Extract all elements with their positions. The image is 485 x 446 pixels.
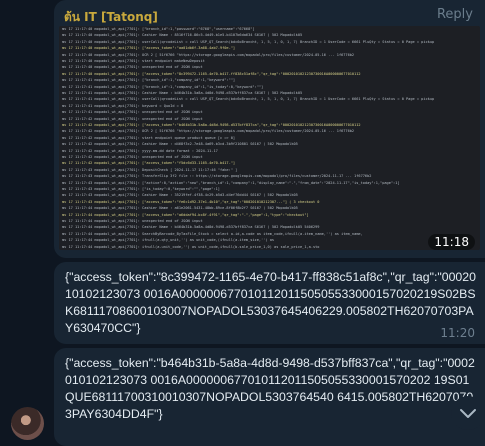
log-line: mv 17 11:17:42 mopadol_wt_api[7701]: Cas… bbox=[62, 142, 298, 147]
log-line: mv 17 11:17:44 mopadol_wt_api[7701]: ifn… bbox=[62, 238, 275, 243]
log-line: mv 17 11:17:42 mopadol_wt_api[7701]: une… bbox=[62, 155, 203, 159]
log-line: mv 17 11:17:43 mopadol_wt_api[7701]: Tra… bbox=[62, 174, 372, 179]
log-line: mv 17 11:17:42 mopadol_wt_api[7701]: yyy… bbox=[62, 148, 218, 153]
log-line: mv 17 11:17:44 mopadol_wt_api[7701]: ["a… bbox=[62, 212, 309, 217]
log-line: mv 17 11:17:42 mopadol_wt_api[7701]: ["a… bbox=[62, 123, 361, 127]
log-line: mv 17 11:17:41 mopadol_wt_api[7701]: key… bbox=[62, 103, 184, 108]
sender-name[interactable]: ต้น IT [Tatonq] bbox=[64, 8, 158, 27]
message-time: 11:18 bbox=[428, 234, 475, 250]
log-line: mv 17 11:17:40 mopadol_wt_api[7701]: une… bbox=[62, 65, 203, 70]
log-line: mv 17 11:17:40 mopadol_wt_api[7701]: use… bbox=[62, 39, 435, 44]
log-line: mv 17 11:17:41 mopadol_wt_api[7701]: ["b… bbox=[62, 78, 236, 83]
message-text: {"access_token":"b464b31b-5a8a-4d8d-9498… bbox=[65, 356, 475, 421]
log-line: mv 17 11:17:44 mopadol_wt_api[7701]: Cas… bbox=[62, 225, 320, 230]
log-line: mv 17 11:17:43 mopadol_wt_api[7701]: ["i… bbox=[62, 187, 220, 191]
log-line: mv 17 11:17:40 mopadol_wt_api[7701]: Cas… bbox=[62, 33, 303, 38]
log-line: mv 17 11:17:40 mopadol_wt_api[7701]: ["a… bbox=[62, 71, 361, 76]
log-line: mv 17 11:17:41 mopadol_wt_api[7701]: use… bbox=[62, 97, 435, 102]
log-line: mv 17 11:17:43 mopadol_wt_api[7701]: Cas… bbox=[62, 193, 298, 198]
log-line: mv 17 11:17:44 mopadol_wt_api[7701]: une… bbox=[62, 219, 203, 223]
log-line: mv 17 11:17:43 mopadol_wt_api[7701]: Dep… bbox=[62, 167, 238, 172]
message-time: 11:20 bbox=[440, 326, 475, 340]
log-line: mv 17 11:17:42 mopadol_wt_api[7701]: une… bbox=[62, 116, 203, 121]
scroll-down-button[interactable] bbox=[451, 396, 485, 430]
log-line: mv 17 11:17:40 mopadol_wt_api[7701]: sta… bbox=[62, 59, 205, 63]
log-line: mv 17 11:17:41 mopadol_wt_api[7701]: ["b… bbox=[62, 84, 264, 89]
log-line: mv 17 11:17:44 mopadol_wt_api[7701]: ifn… bbox=[62, 244, 320, 249]
log-line: mv 17 11:17:43 mopadol_wt_api[7701]: ["a… bbox=[62, 180, 400, 185]
log-screenshot-image[interactable]: mv 17 11:17:40 mopadol_wt_api[7701]: ["b… bbox=[59, 26, 480, 250]
log-line: mv 17 11:17:42 mopadol_wt_api[7701]: sta… bbox=[62, 135, 236, 140]
message-text: {"access_token":"8c399472-1165-4e70-b417… bbox=[65, 270, 476, 335]
reply-button[interactable]: Reply bbox=[437, 7, 473, 22]
log-line: mv 17 11:17:44 mopadol_wt_api[7701]: Sea… bbox=[62, 231, 363, 236]
log-line: mv 17 11:17:40 mopadol_wt_api[7701]: OCR… bbox=[62, 52, 355, 57]
log-line: mv 17 11:17:41 mopadol_wt_api[7701]: Cas… bbox=[62, 91, 303, 95]
user-avatar[interactable] bbox=[11, 407, 44, 440]
message-bubble-json-2[interactable]: {"access_token":"b464b31b-5a8a-4d8d-9498… bbox=[54, 348, 485, 446]
log-line: mv 17 11:17:43 mopadol_wt_api[7701]: ["a… bbox=[62, 199, 320, 204]
log-line: mv 17 11:17:42 mopadol_wt_api[7701]: OCR… bbox=[62, 129, 355, 134]
message-bubble-json-1[interactable]: {"access_token":"8c399472-1165-4e70-b417… bbox=[54, 262, 485, 344]
message-bubble-screenshot[interactable]: ต้น IT [Tatonq] Reply mv 17 11:17:40 mop… bbox=[54, 0, 485, 258]
log-line: mv 17 11:17:41 mopadol_wt_api[7701]: une… bbox=[62, 110, 203, 115]
chevron-down-icon bbox=[460, 409, 476, 418]
log-line: mv 17 11:17:42 mopadol_wt_api[7701]: ["a… bbox=[62, 161, 236, 166]
log-line: mv 17 11:17:40 mopadol_wt_api[7701]: ["b… bbox=[62, 27, 255, 31]
log-line: mv 17 11:17:40 mopadol_wt_api[7701]: ["a… bbox=[62, 46, 236, 51]
log-line: mv 17 11:17:44 mopadol_wt_api[7701]: Cas… bbox=[62, 206, 298, 211]
